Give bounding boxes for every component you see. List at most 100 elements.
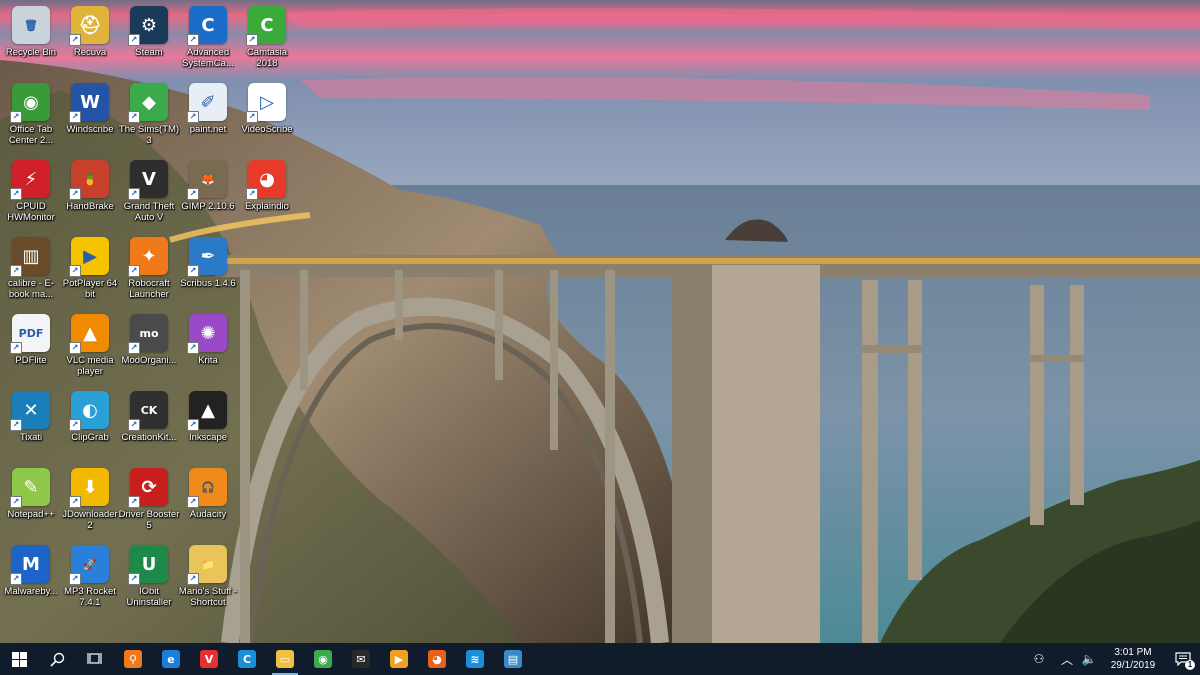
pinned-apps: ⚲ e V C ▭ ◉ ✉ ▶ ◕ ≋ ▤ bbox=[114, 643, 532, 675]
desktop-icon-handbrake[interactable]: 🍍 ↗ HandBrake bbox=[59, 156, 121, 230]
shortcut-arrow-icon: ↗ bbox=[69, 265, 81, 277]
desktop-icon-label: PotPlayer 64 bit bbox=[62, 278, 118, 300]
desktop-icon-jdownloader[interactable]: ⬇ ↗ JDownloader 2 bbox=[59, 464, 121, 538]
desktop-icon-office-tab[interactable]: ◉ ↗ Office Tab Center 2... bbox=[0, 79, 62, 153]
desktop-icon-advanced-systemcare[interactable]: C ↗ Advanced SystemCa... bbox=[177, 2, 239, 76]
hwmonitor-icon: ⚡ ↗ bbox=[10, 160, 50, 200]
audacity-icon: 🎧 ↗ bbox=[187, 468, 227, 508]
desktop-icon-grid: 🗑 Recycle Bin ◉ ↗ Office Tab Center 2... ⚡ ↗ CP… bbox=[0, 0, 320, 643]
chevron-up-icon: ︿ bbox=[1060, 652, 1073, 667]
taskbar-app-everything-search[interactable]: ⚲ bbox=[114, 643, 152, 675]
taskbar-app-advanced-systemcare[interactable]: C bbox=[228, 643, 266, 675]
shortcut-arrow-icon: ↗ bbox=[246, 34, 258, 46]
file-explorer-icon: ▭ bbox=[276, 650, 294, 668]
desktop-icon-camtasia[interactable]: C ↗ Camtasia 2018 bbox=[236, 2, 298, 76]
taskbar-app-windscribe[interactable]: ≋ bbox=[456, 643, 494, 675]
chrome-icon: ◉ bbox=[314, 650, 332, 668]
desktop-icon-vlc[interactable]: ▲ ↗ VLC media player bbox=[59, 310, 121, 384]
desktop-icon-pdflite[interactable]: PDF ↗ PDFlite bbox=[0, 310, 62, 384]
taskbar-app-mail[interactable]: ✉ bbox=[342, 643, 380, 675]
desktop-icon-iobit-uninstaller[interactable]: U ↗ IObit Uninstaller bbox=[118, 541, 180, 615]
shortcut-arrow-icon: ↗ bbox=[187, 573, 199, 585]
desktop-icon-recycle-bin[interactable]: 🗑 Recycle Bin bbox=[0, 2, 62, 76]
desktop-icon-gimp[interactable]: 🦊 ↗ GIMP 2.10.6 bbox=[177, 156, 239, 230]
desktop-icon-videoscribe[interactable]: ▷ ↗ VideoScribe bbox=[236, 79, 298, 153]
krita-icon: ✺ ↗ bbox=[187, 314, 227, 354]
desktop-icon-label: Krita bbox=[198, 355, 218, 366]
desktop-icon-krita[interactable]: ✺ ↗ Krita bbox=[177, 310, 239, 384]
taskbar-app-firefox[interactable]: ◕ bbox=[418, 643, 456, 675]
desktop-icon-calibre[interactable]: ▥ ↗ calibre - E-book ma... bbox=[0, 233, 62, 307]
desktop-icon-audacity[interactable]: 🎧 ↗ Audacity bbox=[177, 464, 239, 538]
desktop-icon-sims3[interactable]: ◆ ↗ The Sims(TM) 3 bbox=[118, 79, 180, 153]
taskbar-app-file-explorer[interactable]: ▭ bbox=[266, 643, 304, 675]
desktop-icon-creationkit[interactable]: CK ↗ CreationKit... bbox=[118, 387, 180, 461]
people-button[interactable]: ⚇ bbox=[1028, 643, 1050, 675]
control-panel-icon: ▤ bbox=[504, 650, 522, 668]
show-hidden-icons-button[interactable]: ︿ bbox=[1056, 643, 1078, 675]
mp3rocket-icon: 🚀 ↗ bbox=[69, 545, 109, 585]
shortcut-arrow-icon: ↗ bbox=[69, 496, 81, 508]
taskbar-app-vivaldi[interactable]: V bbox=[190, 643, 228, 675]
shortcut-arrow-icon: ↗ bbox=[69, 419, 81, 431]
taskbar-app-chrome[interactable]: ◉ bbox=[304, 643, 342, 675]
desktop-icon-robocraft[interactable]: ✦ ↗ Robocraft Launcher bbox=[118, 233, 180, 307]
desktop-icon-label: Advanced SystemCa... bbox=[182, 47, 234, 69]
everything-search-icon: ⚲ bbox=[124, 650, 142, 668]
shortcut-arrow-icon: ↗ bbox=[187, 419, 199, 431]
shortcut-arrow-icon: ↗ bbox=[128, 188, 140, 200]
clock[interactable]: 3:01 PM 29/1/2019 bbox=[1100, 646, 1166, 672]
desktop-icon-paintnet[interactable]: ✐ ↗ paint.net bbox=[177, 79, 239, 153]
desktop-icon-malwarebytes[interactable]: M ↗ Malwareby... bbox=[0, 541, 62, 615]
volume-icon: 🔈 bbox=[1081, 652, 1097, 666]
volume-button[interactable]: 🔈 bbox=[1078, 643, 1100, 675]
desktop-icon-folder[interactable]: 📁 ↗ Mario's Stuff - Shortcut bbox=[177, 541, 239, 615]
desktop-icon-label: calibre - E-book ma... bbox=[8, 278, 54, 300]
taskbar-app-edge[interactable]: e bbox=[152, 643, 190, 675]
desktop-icon-clipgrab[interactable]: ◐ ↗ ClipGrab bbox=[59, 387, 121, 461]
desktop-icon-inkscape[interactable]: ▲ ↗ Inkscape bbox=[177, 387, 239, 461]
folder-icon: 📁 ↗ bbox=[187, 545, 227, 585]
desktop-icon-windscribe[interactable]: W ↗ Windscribe bbox=[59, 79, 121, 153]
taskbar-app-control-panel[interactable]: ▤ bbox=[494, 643, 532, 675]
shortcut-arrow-icon: ↗ bbox=[128, 111, 140, 123]
desktop-icon-hwmonitor[interactable]: ⚡ ↗ CPUID HWMonitor bbox=[0, 156, 62, 230]
desktop-icon-label: Tixati bbox=[19, 432, 43, 443]
desktop-icon-scribus[interactable]: ✒ ↗ Scribus 1.4.6 bbox=[177, 233, 239, 307]
desktop-icon-label: GIMP 2.10.6 bbox=[181, 201, 235, 212]
shortcut-arrow-icon: ↗ bbox=[246, 111, 258, 123]
start-button[interactable] bbox=[0, 643, 38, 675]
desktop-icon-explaindio[interactable]: ◕ ↗ Explaindio bbox=[236, 156, 298, 230]
desktop-icon-recuva[interactable]: ⛑ ↗ Recuva bbox=[59, 2, 121, 76]
shortcut-arrow-icon: ↗ bbox=[10, 496, 22, 508]
shortcut-arrow-icon: ↗ bbox=[10, 188, 22, 200]
desktop-icon-label: MP3 Rocket 7.4.1 bbox=[64, 586, 116, 608]
shortcut-arrow-icon: ↗ bbox=[69, 188, 81, 200]
desktop-icon-label: IObit Uninstaller bbox=[126, 586, 172, 608]
firefox-icon: ◕ bbox=[428, 650, 446, 668]
desktop-icon-potplayer[interactable]: ▶ ↗ PotPlayer 64 bit bbox=[59, 233, 121, 307]
desktop-icon-driverbooster[interactable]: ⟳ ↗ Driver Booster 5 bbox=[118, 464, 180, 538]
desktop-icon-tixati[interactable]: ✕ ↗ Tixati bbox=[0, 387, 62, 461]
pdflite-icon: PDF ↗ bbox=[10, 314, 50, 354]
desktop-icon-mp3rocket[interactable]: 🚀 ↗ MP3 Rocket 7.4.1 bbox=[59, 541, 121, 615]
desktop-icon-label: Recuva bbox=[73, 47, 107, 58]
taskbar-app-potplayer[interactable]: ▶ bbox=[380, 643, 418, 675]
shortcut-arrow-icon: ↗ bbox=[187, 265, 199, 277]
jdownloader-icon: ⬇ ↗ bbox=[69, 468, 109, 508]
action-center-button[interactable]: 1 bbox=[1166, 643, 1200, 675]
task-view-button[interactable] bbox=[76, 643, 114, 675]
clipgrab-icon: ◐ ↗ bbox=[69, 391, 109, 431]
recuva-icon: ⛑ ↗ bbox=[69, 6, 109, 46]
desktop-icon-gta5[interactable]: V ↗ Grand Theft Auto V bbox=[118, 156, 180, 230]
shortcut-arrow-icon: ↗ bbox=[10, 573, 22, 585]
notepadpp-icon: ✎ ↗ bbox=[10, 468, 50, 508]
shortcut-arrow-icon: ↗ bbox=[187, 496, 199, 508]
search-button[interactable] bbox=[38, 643, 76, 675]
tixati-icon: ✕ ↗ bbox=[10, 391, 50, 431]
desktop-icon-notepadpp[interactable]: ✎ ↗ Notepad++ bbox=[0, 464, 62, 538]
recycle-bin-icon: 🗑 bbox=[12, 6, 50, 44]
desktop-icon-steam[interactable]: ⚙ ↗ Steam bbox=[118, 2, 180, 76]
desktop-icon-modorganizer[interactable]: mo ↗ ModOrgani... bbox=[118, 310, 180, 384]
shortcut-arrow-icon: ↗ bbox=[128, 496, 140, 508]
